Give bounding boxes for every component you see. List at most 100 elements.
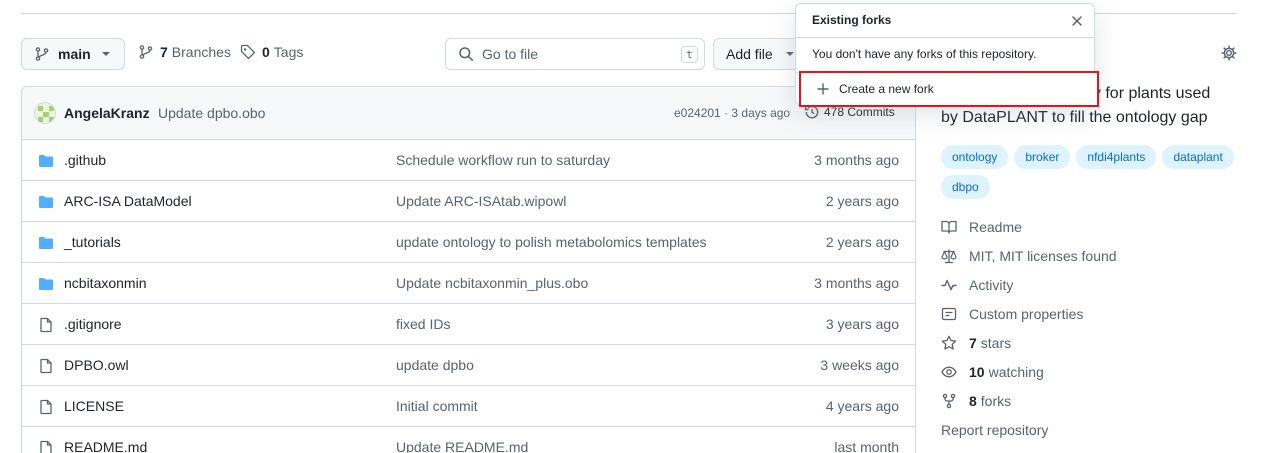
watching-label: watching	[988, 364, 1044, 380]
file-name-link[interactable]: _tutorials	[64, 234, 121, 250]
commit-author[interactable]: AngelaKranz	[64, 105, 150, 121]
go-to-file-input[interactable]	[482, 46, 662, 62]
file-icon	[38, 399, 54, 415]
table-row[interactable]: LICENSE Initial commit 4 years ago	[22, 386, 915, 427]
table-row[interactable]: DPBO.owl update dpbo 3 weeks ago	[22, 345, 915, 386]
readme-link[interactable]: Readme	[941, 219, 1022, 235]
commit-hash-time[interactable]: e024201 · 3 days ago	[674, 106, 790, 120]
table-row[interactable]: .github Schedule workflow run to saturday…	[22, 140, 915, 181]
forks-count: 8	[969, 393, 977, 409]
pulse-icon	[941, 277, 957, 293]
topic-tag[interactable]: ontology	[941, 145, 1009, 169]
file-icon	[38, 317, 54, 333]
branch-icon	[34, 46, 50, 62]
forks-link[interactable]: 8 forks	[941, 393, 1011, 409]
branches-label: Branches	[171, 44, 231, 60]
file-table: AngelaKranz Update dpbo.obo e024201 · 3 …	[21, 86, 916, 453]
commits-count-label: 478 Commits	[824, 105, 895, 119]
tags-link[interactable]: 0 Tags	[240, 44, 303, 60]
commit-message[interactable]: Update dpbo.obo	[158, 105, 265, 121]
tags-label: Tags	[273, 44, 304, 60]
file-commit-message-link[interactable]: Update ncbitaxonmin_plus.obo	[396, 275, 588, 291]
file-commit-date: last month	[834, 439, 899, 453]
topic-tag[interactable]: nfdi4plants	[1076, 145, 1157, 169]
file-name-link[interactable]: DPBO.owl	[64, 357, 129, 373]
file-commit-message-link[interactable]: Initial commit	[396, 398, 478, 414]
table-row[interactable]: _tutorials update ontology to polish meta…	[22, 222, 915, 263]
topics-list: ontology broker nfdi4plants dataplant db…	[941, 145, 1241, 199]
scale-icon	[941, 248, 957, 264]
file-name-link[interactable]: ARC-ISA DataModel	[64, 193, 192, 209]
table-row[interactable]: README.md Update README.md last month	[22, 427, 915, 453]
table-row[interactable]: ARC-ISA DataModel Update ARC-ISAtab.wipow…	[22, 181, 915, 222]
create-new-fork-label: Create a new fork	[839, 82, 934, 96]
latest-commit-bar: AngelaKranz Update dpbo.obo e024201 · 3 …	[22, 87, 915, 140]
file-commit-date: 3 months ago	[814, 152, 899, 168]
activity-label: Activity	[969, 277, 1014, 293]
topic-tag[interactable]: dataplant	[1162, 145, 1234, 169]
popup-message: You don't have any forks of this reposit…	[812, 47, 1037, 61]
tag-icon	[240, 44, 256, 60]
file-name-link[interactable]: README.md	[64, 439, 147, 453]
branch-icon	[138, 44, 154, 60]
file-commit-message-link[interactable]: Schedule workflow run to saturday	[396, 152, 610, 168]
search-icon	[458, 46, 474, 62]
file-commit-date: 2 years ago	[825, 193, 899, 209]
add-file-button[interactable]: Add file	[713, 38, 803, 70]
add-file-label: Add file	[726, 46, 773, 62]
file-commit-date: 3 weeks ago	[820, 357, 899, 373]
watching-count: 10	[969, 364, 985, 380]
file-commit-message-link[interactable]: Update ARC-ISAtab.wipowl	[396, 193, 566, 209]
stars-link[interactable]: 7 stars	[941, 335, 1011, 351]
file-name-link[interactable]: ncbitaxonmin	[64, 275, 147, 291]
gear-icon[interactable]	[1221, 45, 1237, 61]
branch-selector-button[interactable]: main	[21, 38, 125, 70]
stars-count: 7	[969, 335, 977, 351]
topic-tag[interactable]: broker	[1014, 145, 1071, 169]
table-row[interactable]: ncbitaxonmin Update ncbitaxonmin_plus.obo…	[22, 263, 915, 304]
folder-icon	[38, 276, 54, 292]
topic-tag[interactable]: dbpo	[941, 175, 990, 199]
file-commit-message-link[interactable]: update dpbo	[396, 357, 474, 373]
readme-label: Readme	[969, 219, 1022, 235]
branches-link[interactable]: 7 Branches	[138, 44, 231, 60]
stars-label: stars	[980, 335, 1012, 351]
go-to-file-box[interactable]: t	[445, 38, 705, 70]
table-row[interactable]: .gitignore fixed IDs 3 years ago	[22, 304, 915, 345]
description-line-2: by DataPLANT to fill the ontology gap	[941, 109, 1208, 126]
file-icon	[38, 440, 54, 453]
file-commit-date: 2 years ago	[825, 234, 899, 250]
popup-divider	[796, 37, 1094, 38]
popup-title: Existing forks	[812, 13, 892, 27]
file-name-link[interactable]: .github	[64, 152, 106, 168]
avatar[interactable]	[34, 102, 56, 124]
watching-link[interactable]: 10 watching	[941, 364, 1044, 380]
file-commit-message-link[interactable]: Update README.md	[396, 439, 528, 453]
shortcut-hint: t	[681, 46, 698, 63]
star-icon	[941, 335, 957, 351]
folder-icon	[38, 153, 54, 169]
folder-icon	[38, 235, 54, 251]
custom-properties-link[interactable]: Custom properties	[941, 306, 1083, 322]
create-new-fork-button[interactable]: Create a new fork	[799, 71, 1099, 107]
eye-icon	[941, 364, 957, 380]
file-commit-message-link[interactable]: update ontology to polish metabolomics t…	[396, 234, 707, 250]
folder-icon	[38, 194, 54, 210]
custom-properties-label: Custom properties	[969, 306, 1084, 322]
fork-icon	[941, 393, 957, 409]
file-commit-message-link[interactable]: fixed IDs	[396, 316, 450, 332]
chevron-down-icon	[101, 51, 111, 57]
file-name-link[interactable]: .gitignore	[64, 316, 122, 332]
license-link[interactable]: MIT, MIT licenses found	[941, 248, 1117, 264]
branch-label: main	[58, 46, 91, 62]
activity-link[interactable]: Activity	[941, 277, 1013, 293]
chevron-down-icon	[785, 51, 795, 57]
close-icon[interactable]	[1070, 14, 1084, 28]
report-repository-link[interactable]: Report repository	[941, 422, 1048, 438]
file-name-link[interactable]: LICENSE	[64, 398, 124, 414]
book-icon	[941, 219, 957, 235]
license-label: MIT, MIT licenses found	[969, 248, 1117, 264]
file-commit-date: 4 years ago	[825, 398, 899, 414]
forks-label: forks	[980, 393, 1012, 409]
file-commit-date: 3 years ago	[825, 316, 899, 332]
